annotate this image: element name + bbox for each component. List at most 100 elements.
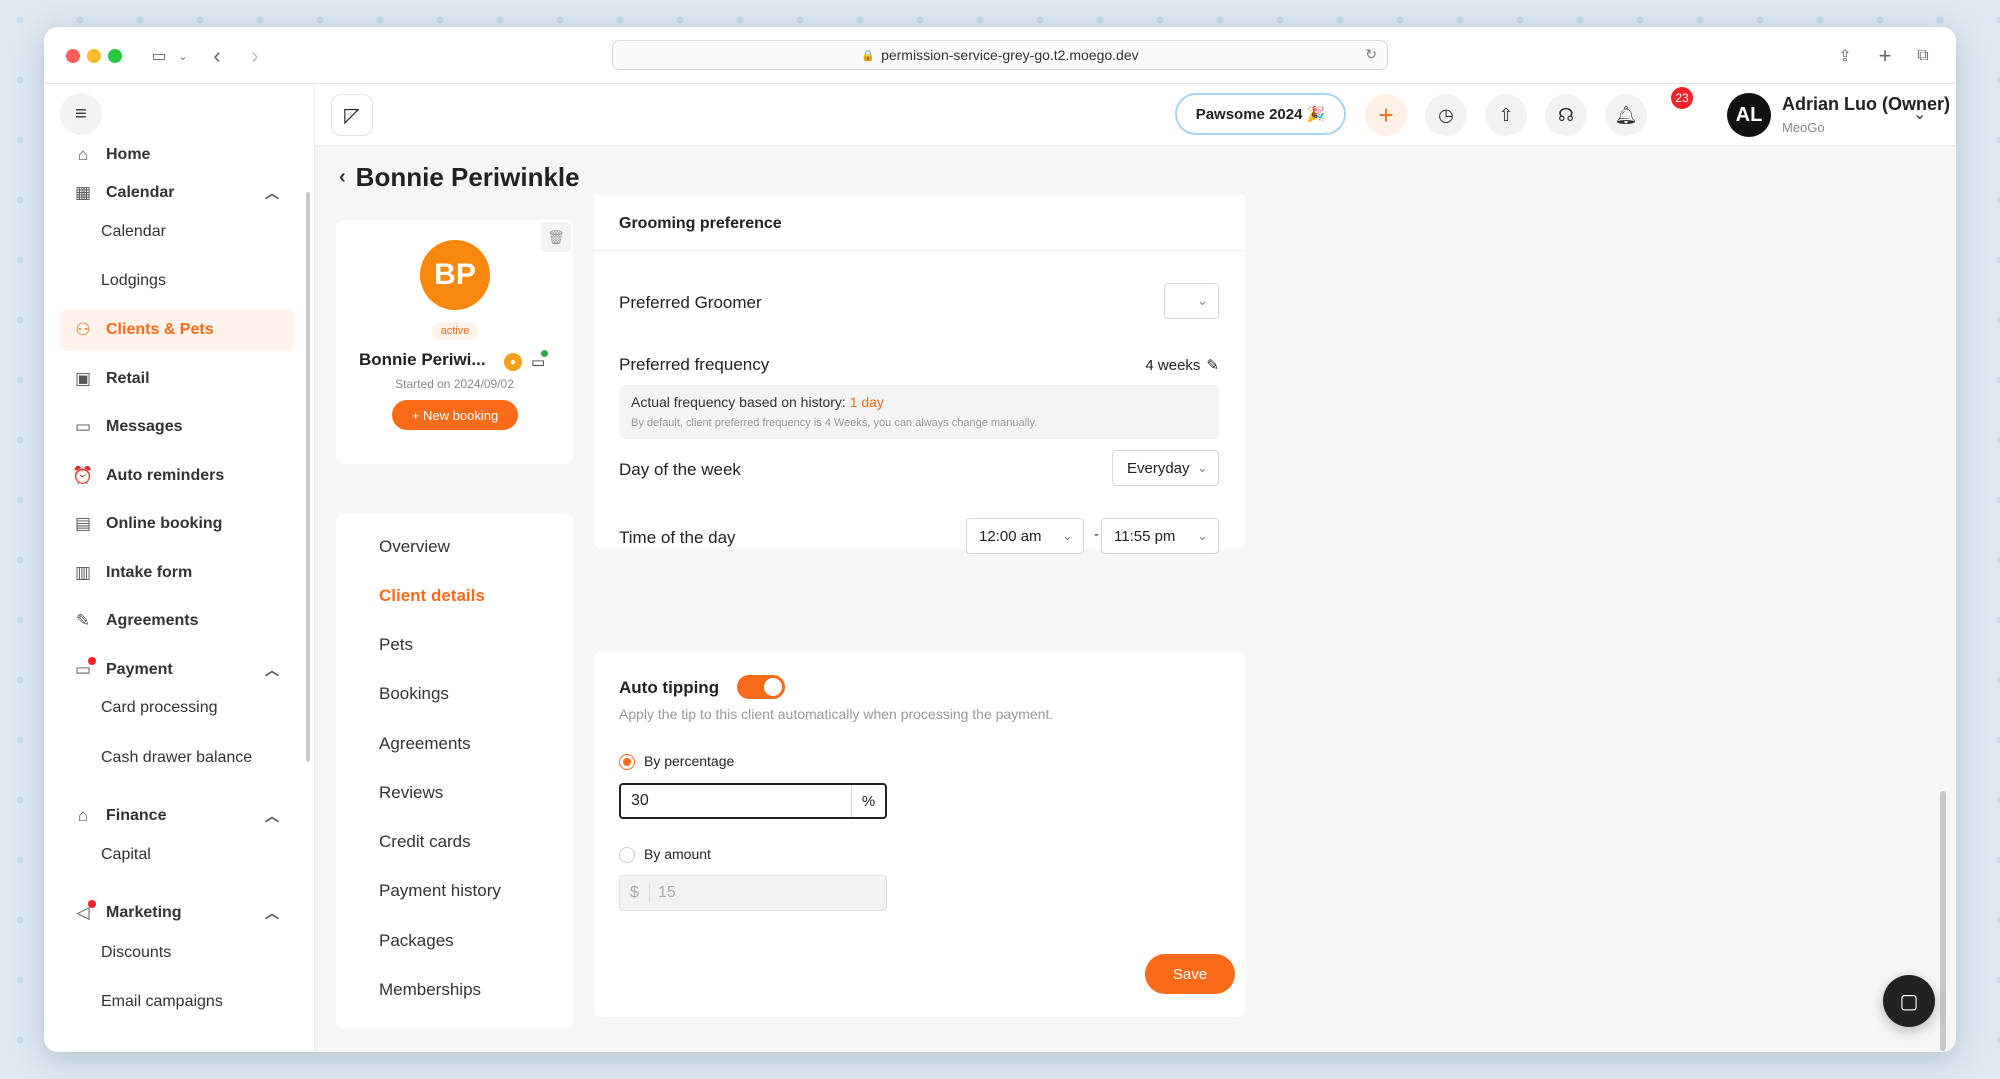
sidebar-subitem-calendar[interactable]: Calendar [101, 223, 166, 241]
sidebar-scrollbar[interactable] [306, 192, 310, 762]
notification-dot [88, 657, 96, 665]
frequency-note: By default, client preferred frequency i… [631, 417, 1038, 429]
by-amount-radio[interactable] [619, 847, 635, 863]
time-end-select[interactable]: 11:55 pm ⌄ [1101, 518, 1219, 554]
browser-toolbar: ▭ ⌄ ‹ › 🔒 permission-service-grey-go.t2.… [44, 27, 1956, 84]
status-badge: active [432, 322, 478, 340]
app-logo[interactable]: ◸ [331, 94, 373, 136]
client-menu-memberships[interactable]: Memberships [379, 980, 481, 1000]
sidebar-item-payment[interactable]: ▭ Payment ︿ [60, 649, 295, 691]
sidebar-item-messages[interactable]: ▭ Messages [60, 406, 295, 448]
edit-icon[interactable]: ✎ [1206, 356, 1219, 374]
actual-frequency-info: Actual frequency based on history: 1 day… [619, 385, 1219, 439]
menu-icon[interactable]: ≡ [60, 93, 102, 135]
auto-tipping-toggle[interactable] [737, 675, 785, 699]
client-menu-reviews[interactable]: Reviews [379, 783, 443, 803]
actual-frequency-value: 1 day [849, 394, 884, 410]
headset-icon[interactable]: ☊ [1545, 94, 1587, 136]
home-icon: ⌂ [77, 145, 89, 164]
sidebar-item-agreements[interactable]: ✎ Agreements [60, 600, 295, 642]
client-menu-credit-cards[interactable]: Credit cards [379, 832, 471, 852]
lock-icon: 🔒 [861, 49, 876, 62]
client-name: Bonnie Periwi... [359, 350, 486, 369]
new-tab-icon[interactable]: + [1870, 41, 1900, 71]
client-menu-bookings[interactable]: Bookings [379, 684, 449, 704]
client-menu-payment-history[interactable]: Payment history [379, 881, 501, 901]
upload-icon[interactable]: ⇧ [1485, 94, 1527, 136]
sidebar-item-retail[interactable]: ▣ Retail [60, 358, 295, 400]
main-scrollbar[interactable] [1940, 791, 1946, 1051]
trash-icon[interactable]: 🗑︎ [541, 222, 571, 252]
sidebar-subitem-card-processing[interactable]: Card processing [101, 699, 218, 717]
sidebar-item-calendar[interactable]: ▦ Calendar ︿ [60, 172, 295, 214]
paw-badge-icon: ● [504, 353, 522, 371]
back-arrow-icon[interactable]: ‹ [202, 41, 232, 71]
amount-input[interactable]: $ 15 [619, 875, 887, 911]
toggle-knob [764, 678, 782, 696]
sidebar-subitem-email-campaigns[interactable]: Email campaigns [101, 993, 223, 1011]
chevron-up-icon: ︿ [265, 905, 279, 921]
chevron-down-icon: ⌄ [1197, 293, 1208, 308]
close-window-button[interactable] [66, 49, 80, 63]
sidebar-item-finance[interactable]: ⌂ Finance ︿ [60, 795, 295, 837]
preferred-groomer-select[interactable]: ⌄ [1164, 283, 1219, 319]
share-icon[interactable]: ⇪ [1830, 41, 1860, 71]
sidebar-item-label: Marketing [106, 904, 182, 921]
sidebar-subitem-cash-drawer[interactable]: Cash drawer balance [101, 749, 252, 767]
sidebar-item-intake-form[interactable]: ▥ Intake form [60, 552, 295, 594]
pawsome-button[interactable]: Pawsome 2024 🎉 [1175, 93, 1346, 135]
chevron-down-icon[interactable]: ⌄ [168, 41, 198, 71]
sidebar-item-label: Messages [106, 418, 183, 435]
sidebar-subitem-discounts[interactable]: Discounts [101, 944, 171, 962]
url-text: permission-service-grey-go.t2.moego.dev [881, 47, 1139, 63]
client-menu-agreements[interactable]: Agreements [379, 734, 471, 754]
address-bar[interactable]: 🔒 permission-service-grey-go.t2.moego.de… [612, 40, 1388, 70]
clock-icon[interactable]: ◷ [1425, 94, 1467, 136]
sidebar-subitem-capital[interactable]: Capital [101, 846, 151, 864]
day-of-week-select[interactable]: Everyday ⌄ [1112, 450, 1219, 486]
chevron-down-icon[interactable]: ⌄ [1913, 104, 1926, 124]
save-button[interactable]: Save [1145, 954, 1235, 994]
client-avatar: BP [420, 240, 490, 310]
preferred-groomer-label: Preferred Groomer [619, 293, 762, 312]
tab-overview-icon[interactable]: ⧉ [1908, 41, 1938, 71]
chevron-down-icon: ⌄ [1197, 460, 1208, 475]
percentage-input[interactable]: 30 % [619, 783, 887, 819]
sidebar-item-label: Online booking [106, 515, 223, 532]
sidebar-item-clients-pets[interactable]: ⚇ Clients & Pets [60, 309, 295, 351]
zoom-window-button[interactable] [108, 49, 122, 63]
page-title-text: Bonnie Periwinkle [355, 162, 580, 192]
sidebar-subitem-lodgings[interactable]: Lodgings [101, 272, 166, 290]
online-booking-icon: ▤ [74, 514, 92, 533]
add-icon[interactable]: + [1365, 94, 1407, 136]
client-menu-pets[interactable]: Pets [379, 635, 413, 655]
notification-dot [88, 900, 96, 908]
sidebar-item-home[interactable]: ⌂ Home [60, 134, 295, 176]
sidebar-item-label: Clients & Pets [106, 321, 214, 338]
client-menu-client-details[interactable]: Client details [379, 586, 485, 606]
minimize-window-button[interactable] [87, 49, 101, 63]
by-percentage-radio[interactable] [619, 754, 635, 770]
sidebar-item-auto-reminders[interactable]: ⏰ Auto reminders [60, 455, 295, 497]
percentage-value[interactable]: 30 [621, 792, 851, 810]
new-booking-button[interactable]: + New booking [392, 400, 518, 430]
sidebar-item-marketing[interactable]: ◁ Marketing ︿ [60, 892, 295, 934]
bell-icon[interactable]: 🔔︎ [1605, 94, 1647, 136]
forward-arrow-icon[interactable]: › [240, 41, 270, 71]
by-amount-label[interactable]: By amount [644, 846, 711, 862]
sidebar-item-online-booking[interactable]: ▤ Online booking [60, 503, 295, 545]
user-avatar[interactable]: AL [1727, 93, 1771, 137]
back-chevron-icon[interactable]: ‹ [339, 166, 346, 189]
client-menu-packages[interactable]: Packages [379, 931, 454, 951]
pen-icon: ✎ [75, 611, 91, 630]
reload-icon[interactable]: ↻ [1365, 46, 1377, 63]
sidebar-item-label: Auto reminders [106, 467, 225, 484]
client-menu-overview[interactable]: Overview [379, 537, 450, 557]
time-start-select[interactable]: 12:00 am ⌄ [966, 518, 1084, 554]
time-start-value: 12:00 am [979, 527, 1042, 545]
by-percentage-label[interactable]: By percentage [644, 753, 734, 769]
chevron-up-icon: ︿ [265, 808, 279, 824]
alarm-icon: ⏰ [72, 466, 94, 485]
chat-support-icon[interactable]: ▢ [1883, 975, 1935, 1027]
percent-suffix: % [851, 785, 885, 817]
